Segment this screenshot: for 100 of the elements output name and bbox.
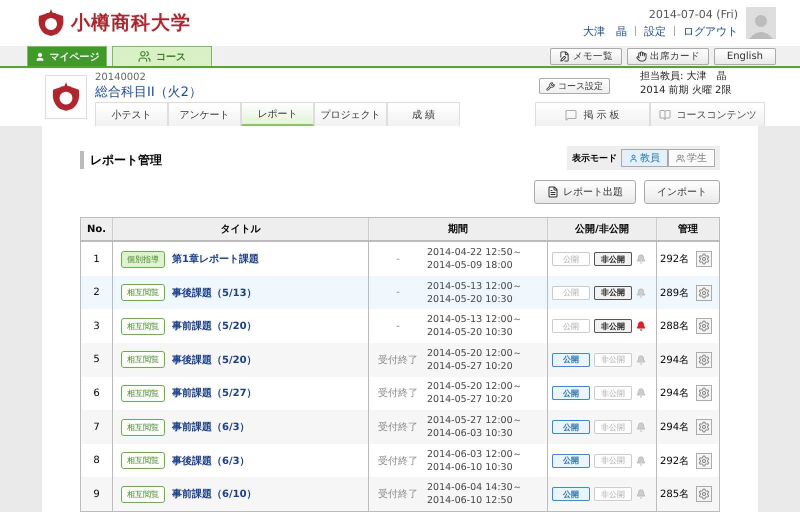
course-title: 総合科目II（火2）: [95, 84, 202, 102]
course-tab[interactable]: プロジェクト: [314, 102, 387, 126]
action-button[interactable]: レポート出題: [534, 180, 636, 204]
report-title-link[interactable]: 事前課題（6/3）: [172, 420, 250, 434]
member-count: 289名: [660, 286, 690, 300]
course-tab[interactable]: アンケート: [168, 102, 241, 126]
course-code: 20140002: [95, 72, 147, 84]
column-header: 管理: [677, 222, 699, 238]
period-text: 2014-05-20 12:00～ 2014-05-27 10:20: [427, 346, 523, 373]
people-icon: [138, 50, 151, 64]
report-title-link[interactable]: 事前課題（5/27）: [172, 386, 257, 400]
speech-bubble-icon: [565, 108, 578, 121]
nav-tab[interactable]: マイページ: [27, 46, 107, 66]
toolbar-button[interactable]: English: [714, 48, 776, 65]
row-number: 9: [92, 488, 101, 500]
status-text: 受付終了: [377, 386, 419, 400]
period-text: 2014-05-27 12:00～ 2014-06-03 10:30: [427, 414, 523, 440]
column-header: No.: [81, 218, 113, 240]
course-tab[interactable]: 小テスト: [95, 102, 168, 126]
member-count: 292名: [660, 454, 690, 468]
header-link[interactable]: 設定: [644, 24, 666, 39]
row-number: 6: [92, 388, 101, 399]
period-text: 2014-06-03 12:00～ 2014-06-10 10:30: [427, 448, 523, 474]
status-text: 受付終了: [377, 488, 419, 502]
publish-toggle[interactable]: 公開: [552, 487, 590, 502]
wrench-icon: [546, 82, 555, 91]
section-title: レポート管理: [80, 151, 162, 170]
toolbar-button[interactable]: メモ一覧: [550, 48, 622, 65]
column-header: 期間: [369, 218, 548, 240]
status-text: 受付終了: [377, 454, 419, 468]
publish-toggle[interactable]: 非公開: [594, 319, 632, 334]
type-tag: 相互閲覧: [121, 351, 165, 368]
avatar: [746, 7, 776, 40]
note-icon: [558, 50, 570, 62]
course-tab[interactable]: 掲 示 板: [535, 102, 650, 126]
action-button[interactable]: インポート: [644, 180, 720, 204]
publish-toggle[interactable]: 公開: [552, 454, 590, 468]
course-tab[interactable]: レポート: [241, 102, 314, 126]
report-title-link[interactable]: 第1章レポート課題: [172, 252, 259, 266]
report-title-link[interactable]: 事後課題（5/13）: [172, 286, 257, 300]
member-count: 285名: [660, 488, 690, 502]
course-logo-icon: [45, 75, 87, 120]
row-number: 2: [92, 287, 101, 298]
publish-toggle[interactable]: 公開: [552, 386, 590, 400]
mode-toggle[interactable]: 学生: [668, 149, 715, 168]
publish-toggle[interactable]: 公開: [552, 420, 590, 434]
mode-label: 表示モード: [572, 152, 617, 165]
report-title-link[interactable]: 事後課題（5/20）: [172, 352, 257, 367]
header-link[interactable]: 大津 晶: [583, 24, 627, 39]
type-tag: 相互閲覧: [121, 384, 165, 402]
type-tag: 相互閲覧: [121, 318, 165, 335]
column-header: タイトル: [113, 218, 369, 240]
mode-toggle[interactable]: 教員: [621, 149, 668, 168]
settings-button[interactable]: [696, 318, 712, 334]
university-name: 小樽商科大学: [71, 11, 191, 36]
course-tab[interactable]: 成 績: [387, 102, 460, 126]
publish-toggle[interactable]: 公開: [552, 352, 590, 367]
settings-button[interactable]: [696, 419, 712, 436]
book-icon: [658, 108, 670, 121]
status-text: 受付終了: [377, 420, 419, 434]
period-text: 2014-04-22 12:50～ 2014-05-09 18:00: [427, 246, 523, 272]
column-header: 公開/非公開: [548, 218, 657, 240]
settings-button[interactable]: [696, 251, 712, 268]
member-count: 294名: [660, 421, 690, 434]
member-count: 292名: [660, 253, 690, 266]
settings-button[interactable]: [696, 352, 712, 368]
date-text: 2014-07-04 (Fri): [648, 8, 738, 21]
term-text: 2014 前期 火曜 2限: [640, 85, 732, 98]
period-text: 2014-06-04 14:30～ 2014-06-10 12:50: [427, 481, 523, 508]
course-tab[interactable]: コースコンテンツ: [650, 102, 765, 126]
publish-toggle[interactable]: 非公開: [594, 252, 632, 266]
people-icon: [676, 154, 685, 163]
type-tag: 相互閲覧: [121, 452, 165, 470]
report-title-link[interactable]: 事前課題（6/10）: [172, 487, 257, 502]
settings-button[interactable]: [696, 486, 712, 502]
hand-icon: [636, 50, 647, 62]
toolbar-button[interactable]: 出席カード: [626, 48, 709, 65]
report-title-link[interactable]: 事後課題（6/3）: [172, 454, 250, 468]
status-text: -: [395, 254, 401, 265]
member-count: 294名: [660, 387, 690, 400]
user-icon: [34, 52, 44, 62]
document-icon: [547, 186, 559, 198]
period-text: 2014-05-13 12:00～ 2014-05-20 10:30: [427, 280, 523, 306]
type-tag: 相互閲覧: [121, 284, 165, 302]
settings-button[interactable]: [696, 385, 712, 402]
period-text: 2014-05-20 12:00～ 2014-05-27 10:20: [427, 380, 523, 406]
person-icon: [629, 154, 638, 163]
status-text: 受付終了: [377, 354, 419, 367]
course-settings-button[interactable]: コース設定: [539, 78, 610, 94]
settings-button[interactable]: [696, 284, 712, 301]
header-link[interactable]: ログアウト: [683, 24, 738, 39]
report-title-link[interactable]: 事前課題（5/20）: [172, 319, 257, 334]
settings-button[interactable]: [696, 452, 712, 469]
row-number: 8: [92, 455, 101, 466]
bell-icon[interactable]: [636, 321, 646, 332]
type-tag: 個別指導: [121, 250, 165, 268]
publish-toggle[interactable]: 非公開: [594, 286, 632, 300]
nav-tab[interactable]: コース: [112, 46, 212, 66]
member-count: 288名: [660, 320, 690, 334]
row-number: 1: [92, 254, 101, 265]
